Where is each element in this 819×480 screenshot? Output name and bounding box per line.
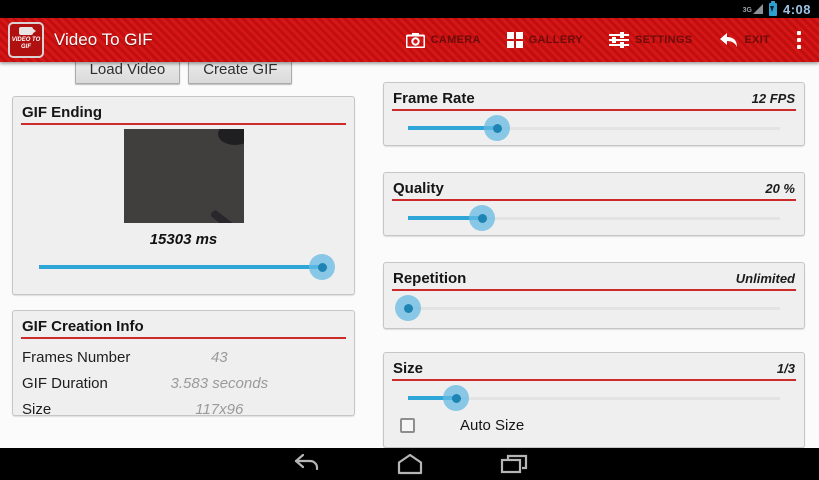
recents-button[interactable]	[497, 451, 531, 477]
signal-strength-icon	[752, 4, 763, 14]
size-slider-thumb[interactable]	[443, 385, 470, 411]
quality-value: 20 %	[765, 181, 795, 196]
quality-slider[interactable]	[408, 201, 780, 235]
gif-duration-value: 3.583 seconds	[170, 374, 269, 392]
action-bar: VIDEO TO GIF Video To GIF CAMERA GALLERY	[0, 18, 819, 62]
quality-panel: Quality 20 %	[383, 172, 805, 236]
info-row-duration: GIF Duration 3.583 seconds	[13, 370, 354, 396]
gif-duration-label: GIF Duration	[22, 374, 108, 392]
settings-label: SETTINGS	[634, 34, 693, 46]
status-bar: 3G 4:08	[0, 0, 819, 18]
info-row-size: Size 117x96	[13, 396, 354, 422]
network-indicator: 3G	[743, 4, 763, 14]
repetition-panel: Repetition Unlimited	[383, 262, 805, 329]
battery-charging-icon	[768, 0, 777, 16]
overflow-menu-button[interactable]	[783, 18, 813, 62]
system-nav-bar	[0, 448, 819, 480]
frame-rate-panel: Frame Rate 12 FPS	[383, 82, 805, 146]
home-icon	[397, 453, 422, 475]
size-value-fraction: 1/3	[776, 361, 795, 376]
app-logo-icon: VIDEO TO GIF	[8, 22, 44, 58]
camera-label: CAMERA	[430, 34, 481, 46]
gif-ending-panel: GIF Ending 15303 ms	[12, 96, 355, 295]
frames-number-value: 43	[210, 348, 228, 366]
page-title: Video To GIF	[54, 30, 153, 49]
repetition-slider[interactable]	[395, 291, 780, 325]
gif-ending-preview-image	[123, 129, 244, 223]
app-screen: 3G 4:08 VIDEO TO GIF Video To GIF CAMERA…	[0, 0, 819, 480]
auto-size-row: Auto Size	[400, 417, 804, 434]
app-logo-text: VIDEO TO GIF	[11, 37, 41, 50]
size-panel: Size 1/3 Auto Size	[383, 352, 805, 448]
gif-ending-title: GIF Ending	[22, 104, 102, 121]
gif-ending-slider-thumb[interactable]	[309, 254, 336, 280]
exit-label: EXIT	[744, 34, 770, 46]
camera-button[interactable]: CAMERA	[393, 18, 494, 62]
back-button[interactable]	[289, 451, 323, 477]
size-value: 117x96	[195, 400, 244, 418]
gif-ending-position-label: 15303 ms	[149, 231, 218, 248]
frame-rate-value: 12 FPS	[751, 91, 795, 106]
gif-creation-info-panel: GIF Creation Info Frames Number 43 GIF D…	[12, 310, 355, 418]
action-bar-actions: CAMERA GALLERY SETTINGS EXIT	[393, 18, 813, 62]
gallery-icon	[506, 32, 523, 48]
back-icon	[294, 453, 318, 471]
repetition-title: Repetition	[393, 270, 467, 287]
frame-rate-title: Frame Rate	[393, 90, 475, 107]
size-title: Size	[393, 360, 424, 377]
home-button[interactable]	[393, 451, 427, 477]
size-slider[interactable]	[408, 381, 780, 415]
info-row-frames: Frames Number 43	[13, 344, 354, 370]
camera-icon	[405, 32, 425, 48]
frame-rate-slider-thumb[interactable]	[484, 115, 511, 141]
repetition-slider-thumb[interactable]	[395, 295, 421, 321]
gif-creation-info-title: GIF Creation Info	[22, 318, 144, 335]
gif-ending-slider[interactable]	[39, 250, 336, 284]
auto-size-label: Auto Size	[460, 417, 525, 434]
status-clock: 4:08	[782, 1, 811, 17]
recents-icon	[500, 454, 527, 474]
network-type-label: 3G	[742, 7, 752, 14]
quality-slider-thumb[interactable]	[469, 205, 496, 231]
exit-button[interactable]: EXIT	[705, 18, 783, 62]
quality-title: Quality	[393, 180, 444, 197]
repetition-value: Unlimited	[735, 271, 795, 286]
settings-button[interactable]: SETTINGS	[596, 18, 705, 62]
exit-icon	[718, 32, 738, 48]
frames-number-label: Frames Number	[22, 348, 131, 366]
settings-icon	[608, 31, 629, 49]
gallery-button[interactable]: GALLERY	[494, 18, 596, 62]
auto-size-checkbox[interactable]	[400, 418, 415, 433]
size-label: Size	[22, 400, 52, 418]
frame-rate-slider[interactable]	[408, 111, 780, 145]
red-divider	[21, 123, 346, 125]
gallery-label: GALLERY	[528, 34, 583, 46]
